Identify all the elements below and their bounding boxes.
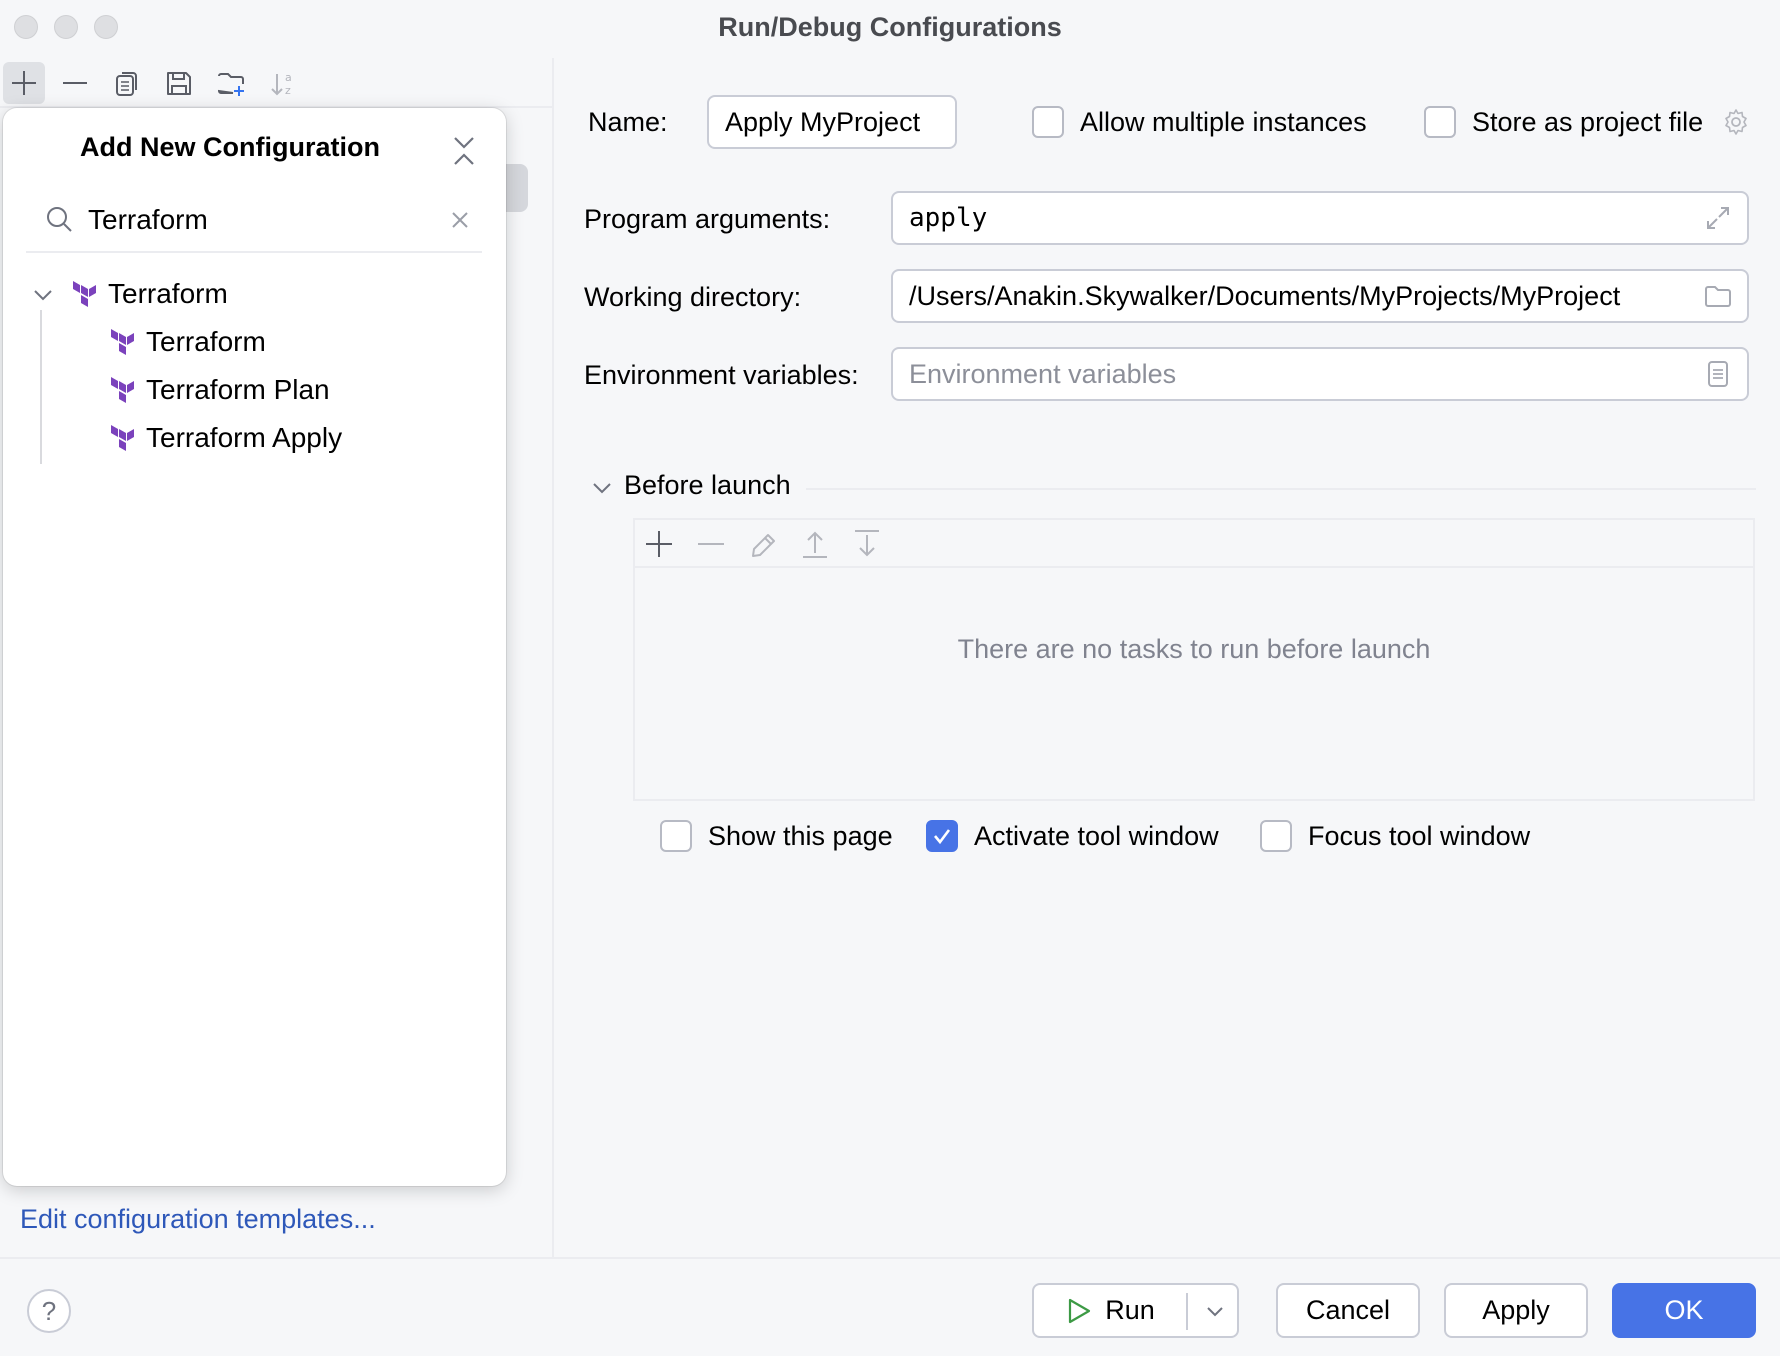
- clear-search-icon[interactable]: [448, 208, 472, 232]
- add-configuration-button[interactable]: [3, 62, 45, 104]
- sort-alphabetically-button[interactable]: a z: [262, 62, 304, 104]
- environment-variables-label: Environment variables:: [584, 360, 859, 390]
- activate-tool-window-checkbox[interactable]: [926, 820, 958, 852]
- chevron-down-icon[interactable]: [30, 282, 56, 308]
- name-field[interactable]: [707, 95, 957, 149]
- before-launch-toolbar-separator: [635, 566, 1753, 568]
- svg-text:a: a: [285, 71, 292, 84]
- svg-text:z: z: [285, 84, 291, 97]
- before-launch-title[interactable]: Before launch: [624, 470, 791, 501]
- edit-icon[interactable]: [745, 526, 781, 562]
- working-directory-input[interactable]: [909, 280, 1747, 312]
- apply-button[interactable]: Apply: [1444, 1283, 1588, 1338]
- tree-group-label: Terraform: [108, 278, 228, 309]
- tree-guide-line: [40, 310, 42, 464]
- remove-icon[interactable]: [693, 526, 729, 562]
- add-new-configuration-popup: [3, 108, 506, 1186]
- collapse-popup-icon[interactable]: [447, 134, 481, 168]
- chevron-down-icon[interactable]: [590, 476, 614, 500]
- terraform-icon: [111, 425, 134, 451]
- add-icon: [12, 71, 36, 95]
- tree-item[interactable]: Terraform Plan: [108, 368, 330, 412]
- tree-item-label: Terraform Plan: [146, 374, 330, 405]
- copy-icon: [116, 72, 137, 96]
- help-button[interactable]: ?: [27, 1289, 71, 1333]
- show-this-page-checkbox[interactable]: [660, 820, 692, 852]
- environment-variables-field[interactable]: [891, 347, 1749, 401]
- tree-item-label: Terraform Apply: [146, 422, 343, 453]
- popup-search-separator: [26, 251, 482, 253]
- name-label: Name:: [588, 107, 668, 137]
- cancel-label: Cancel: [1305, 1295, 1391, 1325]
- save-configuration-button[interactable]: [158, 62, 200, 104]
- edit-list-icon[interactable]: [1703, 359, 1733, 389]
- remove-icon: [63, 82, 87, 84]
- remove-configuration-button[interactable]: [54, 62, 96, 104]
- tree-item[interactable]: Terraform: [108, 320, 266, 364]
- ok-label: OK: [1664, 1295, 1704, 1325]
- activate-tool-window-label: Activate tool window: [974, 821, 1219, 851]
- save-icon: [167, 72, 191, 95]
- program-arguments-field[interactable]: [891, 191, 1749, 245]
- chevron-down-icon[interactable]: [1202, 1298, 1228, 1324]
- footer-separator: [0, 1257, 1780, 1259]
- allow-multiple-instances-label: Allow multiple instances: [1080, 107, 1367, 137]
- store-as-project-file-checkbox[interactable]: [1424, 106, 1456, 138]
- terraform-icon: [111, 377, 134, 403]
- program-arguments-input[interactable]: [909, 203, 1747, 233]
- new-folder-icon: [217, 73, 244, 96]
- tree-item[interactable]: Terraform Apply: [108, 416, 342, 460]
- program-arguments-label: Program arguments:: [584, 204, 831, 234]
- show-this-page-label: Show this page: [708, 821, 893, 851]
- gear-icon[interactable]: [1721, 107, 1751, 137]
- environment-variables-input[interactable]: [909, 358, 1747, 390]
- allow-multiple-instances-checkbox[interactable]: [1032, 106, 1064, 138]
- store-as-project-file-label: Store as project file: [1472, 107, 1704, 137]
- search-icon: [47, 207, 72, 232]
- run-label: Run: [1105, 1295, 1155, 1325]
- sort-alphabetically-icon: a z: [271, 71, 292, 97]
- move-down-icon[interactable]: [849, 526, 885, 562]
- tree-item-label: Terraform: [146, 326, 266, 357]
- configuration-search-input[interactable]: [88, 200, 428, 240]
- folder-icon[interactable]: [1703, 281, 1733, 311]
- section-separator: [806, 488, 1756, 490]
- popup-title: Add New Configuration: [80, 132, 380, 162]
- move-up-icon[interactable]: [797, 526, 833, 562]
- tree-group-terraform[interactable]: Terraform: [70, 272, 228, 316]
- apply-label: Apply: [1482, 1295, 1550, 1325]
- cancel-button[interactable]: Cancel: [1276, 1283, 1420, 1338]
- run-main-action[interactable]: Run: [1034, 1285, 1186, 1336]
- focus-tool-window-checkbox[interactable]: [1260, 820, 1292, 852]
- checkmark-icon: [934, 829, 951, 845]
- run-button[interactable]: Run: [1032, 1283, 1239, 1338]
- before-launch-empty-text: There are no tasks to run before launch: [957, 634, 1431, 664]
- edit-configuration-templates-link[interactable]: Edit configuration templates...: [20, 1204, 376, 1235]
- window-title: Run/Debug Configurations: [718, 12, 1062, 42]
- panel-divider[interactable]: [552, 58, 554, 1258]
- expand-icon[interactable]: [1703, 203, 1733, 233]
- help-icon: ?: [41, 1295, 57, 1326]
- working-directory-label: Working directory:: [584, 282, 802, 312]
- working-directory-field[interactable]: [891, 269, 1749, 323]
- ok-button[interactable]: OK: [1612, 1283, 1756, 1338]
- name-input[interactable]: [725, 106, 955, 138]
- focus-tool-window-label: Focus tool window: [1308, 821, 1531, 851]
- copy-configuration-button[interactable]: [106, 62, 148, 104]
- add-icon[interactable]: [641, 526, 677, 562]
- run-split-divider: [1186, 1293, 1188, 1330]
- new-folder-button[interactable]: [210, 62, 252, 104]
- terraform-icon: [73, 281, 96, 307]
- terraform-icon: [111, 329, 134, 355]
- play-icon: [1069, 1298, 1091, 1323]
